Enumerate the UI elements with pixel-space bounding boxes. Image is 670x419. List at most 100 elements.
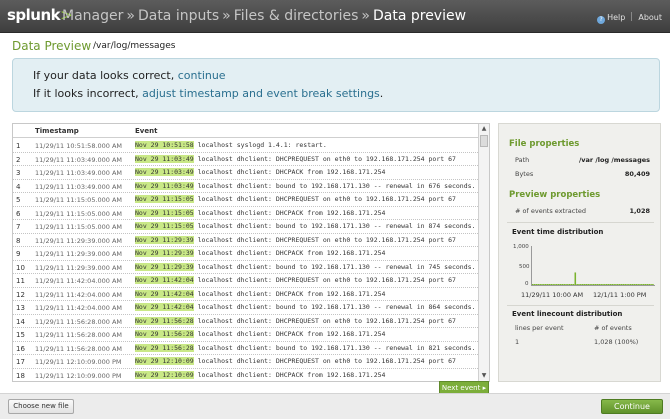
row-number: 1 [16, 142, 21, 150]
preview-table: Timestamp Event 1 11/29/11 10:51:58.000 A… [12, 123, 490, 382]
chart-bar [598, 284, 601, 285]
chart-bar [565, 284, 567, 285]
timestamp-highlight: Nov 29 11:15:05 [135, 208, 194, 217]
y-tick-label: 500 [519, 264, 530, 270]
row-number: 14 [16, 317, 25, 326]
timestamp-highlight: Nov 29 11:29:39 [135, 249, 194, 257]
timestamp-highlight: Nov 29 11:56:28 [135, 316, 194, 325]
chart-bar [561, 284, 564, 285]
chart-bar [578, 284, 580, 285]
divider [631, 12, 633, 21]
event-text: localhost dhclient: bound to 192.168.171… [193, 262, 476, 271]
breadcrumb-manager[interactable]: Manager [62, 8, 123, 24]
about-link[interactable]: About [638, 13, 662, 22]
scroll-down-icon[interactable]: ▼ [479, 371, 489, 381]
chart-bar [574, 272, 577, 285]
row-timestamp: 11/29/11 11:56:28.000 AM [35, 317, 123, 326]
row-timestamp: 11/29/11 11:03:49.000 AM [35, 155, 123, 164]
chart-bar [641, 284, 643, 285]
divider [507, 305, 654, 306]
table-row[interactable]: 14 11/29/11 11:56:28.000 AM Nov 29 11:56:2… [13, 315, 478, 328]
chart-bar [622, 284, 625, 285]
row-number: 10 [16, 263, 25, 272]
timestamp-highlight: Nov 29 11:42:04 [135, 276, 194, 284]
chart-bar [541, 284, 543, 285]
table-row[interactable]: 1 11/29/11 10:51:58.000 AM Nov 29 10:51:58… [13, 139, 478, 153]
table-row[interactable]: 8 11/29/11 11:29:39.000 AM Nov 29 11:29:39… [13, 234, 478, 247]
chart-bar [552, 284, 554, 285]
timestamp-highlight: Nov 29 11:42:04 [135, 289, 194, 298]
row-event: Nov 29 10:51:58 localhost syslogd 1.4.1:… [135, 141, 327, 149]
chart-bar [533, 284, 536, 285]
table-row[interactable]: 16 11/29/11 11:56:28.000 AM Nov 29 11:56:2… [13, 342, 478, 355]
row-number: 18 [16, 371, 25, 380]
table-scrollbar[interactable]: ▲ ▼ [478, 124, 489, 381]
chart-bar [576, 284, 578, 285]
top-links: ? Help About [597, 12, 662, 24]
help-icon[interactable]: ? [597, 16, 606, 24]
chart-bar [611, 284, 614, 285]
chart-bar [639, 284, 641, 285]
chart-bar [535, 284, 538, 285]
row-event: Nov 29 11:29:39 localhost dhclient: DHCP… [135, 235, 456, 244]
table-row[interactable]: 2 11/29/11 11:03:49.000 AM Nov 29 11:03:49… [13, 153, 478, 166]
continue-button[interactable]: Continue [601, 399, 663, 414]
row-event: Nov 29 11:56:28 localhost dhclient: boun… [135, 343, 475, 352]
chart-bar [554, 284, 556, 285]
row-timestamp: 11/29/11 11:42:04.000 AM [35, 304, 123, 312]
chart-bar [585, 284, 588, 285]
table-row[interactable]: 18 11/29/11 12:10:09.000 PM Nov 29 12:10:0… [13, 369, 478, 382]
linecount-distribution-heading: Event linecount distribution [512, 310, 623, 318]
row-event: Nov 29 11:03:49 localhost dhclient: boun… [135, 181, 475, 190]
scroll-up-icon[interactable]: ▲ [479, 124, 489, 134]
table-row[interactable]: 6 11/29/11 11:15:05.000 AM Nov 29 11:15:05… [13, 207, 478, 220]
chart-bar [604, 284, 606, 285]
table-row[interactable]: 11 11/29/11 11:42:04.000 AM Nov 29 11:42:0… [13, 274, 478, 288]
chart-bar [568, 284, 571, 285]
table-row[interactable]: 5 11/29/11 11:15:05.000 AM Nov 29 11:15:05… [13, 193, 478, 207]
chart-bar [646, 284, 649, 285]
chart-bar [548, 284, 551, 285]
chart-bar [567, 284, 569, 285]
event-text: localhost dhclient: DHCPREQUEST on eth0 … [193, 235, 456, 244]
table-row[interactable]: 10 11/29/11 11:29:39.000 AM Nov 29 11:29:3… [13, 261, 478, 274]
chart-bar [537, 284, 540, 285]
timestamp-highlight: Nov 29 11:03:49 [135, 181, 194, 190]
table-row[interactable]: 17 11/29/11 12:10:09.000 PM Nov 29 12:10:0… [13, 355, 478, 369]
breadcrumb-data-inputs[interactable]: Data inputs [138, 8, 219, 24]
help-link[interactable]: Help [607, 13, 625, 22]
event-text: localhost syslogd 1.4.1: restart. [193, 141, 327, 149]
row-timestamp: 11/29/11 11:15:05.000 AM [35, 209, 123, 218]
path-value: /var /log /messages [578, 156, 650, 164]
row-event: Nov 29 11:29:39 localhost dhclient: boun… [135, 262, 476, 271]
row-event: Nov 29 11:29:39 localhost dhclient: DHCP… [135, 249, 385, 257]
chart-bar [618, 284, 621, 285]
row-number: 8 [16, 236, 21, 245]
timestamp-highlight: Nov 29 11:56:28 [135, 343, 194, 352]
table-row[interactable]: 13 11/29/11 11:42:04.000 AM Nov 29 11:42:0… [13, 301, 478, 315]
table-row[interactable]: 12 11/29/11 11:42:04.000 AM Nov 29 11:42:0… [13, 288, 478, 301]
table-row[interactable]: 7 11/29/11 11:15:05.000 AM Nov 29 11:15:05… [13, 220, 478, 234]
table-row[interactable]: 15 11/29/11 11:56:28.000 AM Nov 29 11:56:2… [13, 328, 478, 342]
chart-bar [563, 284, 565, 285]
table-row[interactable]: 9 11/29/11 11:29:39.000 AM Nov 29 11:29:39… [13, 247, 478, 261]
row-timestamp: 11/29/11 11:29:39.000 AM [35, 250, 123, 258]
event-text: localhost dhclient: DHCPACK from 192.168… [193, 370, 386, 379]
chart-bar [596, 284, 599, 285]
table-row[interactable]: 3 11/29/11 11:03:49.000 AM Nov 29 11:03:49… [13, 166, 478, 180]
choose-new-file-button[interactable]: Choose new file [8, 399, 74, 414]
row-timestamp: 11/29/11 11:15:05.000 AM [35, 223, 123, 231]
table-row[interactable]: 4 11/29/11 11:03:49.000 AM Nov 29 11:03:49… [13, 180, 478, 193]
chart-bar [539, 284, 541, 285]
row-timestamp: 11/29/11 11:15:05.000 AM [35, 196, 123, 204]
row-timestamp: 11/29/11 12:10:09.000 PM [35, 358, 122, 366]
scroll-thumb[interactable] [480, 135, 488, 147]
chart-bar [644, 284, 647, 285]
breadcrumb-files-directories[interactable]: Files & directories [234, 8, 359, 24]
chart-bar [648, 284, 650, 285]
adjust-settings-link[interactable]: adjust timestamp and event break setting… [142, 87, 380, 100]
row-number: 5 [16, 196, 21, 204]
continue-link[interactable]: continue [178, 69, 226, 82]
row-event: Nov 29 11:03:49 localhost dhclient: DHCP… [135, 168, 385, 176]
row-number: 17 [16, 358, 25, 366]
